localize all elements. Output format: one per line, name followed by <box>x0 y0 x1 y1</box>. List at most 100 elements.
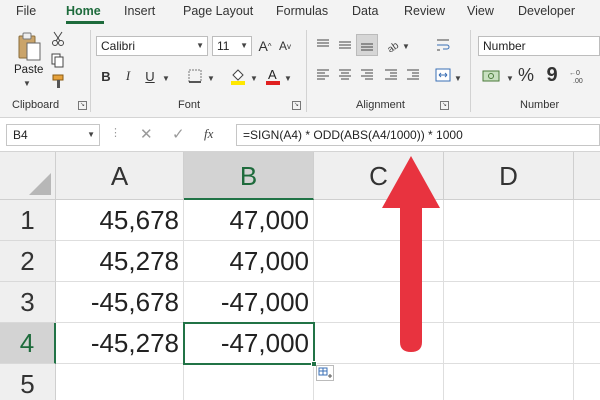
cell-a3[interactable]: -45,678 <box>56 282 184 323</box>
currency-dropdown-icon[interactable]: ▼ <box>506 74 514 83</box>
svg-text:.00: .00 <box>573 78 583 84</box>
ribbon: Paste ▼ Clipboard ↘ Calibri ▼ 11 ▼ A ^ Av… <box>0 24 600 118</box>
number-format-value: Number <box>483 39 526 53</box>
cell-d2[interactable] <box>444 241 574 282</box>
cut-icon[interactable] <box>48 30 68 48</box>
menu-developer[interactable]: Developer <box>518 4 575 18</box>
wrap-text-icon[interactable] <box>434 36 452 54</box>
increase-decimal-icon[interactable]: ←0.00 <box>568 66 590 86</box>
format-painter-icon[interactable] <box>48 72 68 90</box>
paste-label[interactable]: Paste <box>14 64 43 76</box>
currency-icon[interactable] <box>480 66 504 86</box>
merge-icon[interactable] <box>434 66 452 84</box>
number-format-select[interactable]: Number <box>478 36 600 56</box>
decrease-font-icon[interactable]: Av <box>276 36 294 56</box>
menu-data[interactable]: Data <box>352 4 378 18</box>
group-separator <box>306 30 307 112</box>
cell-b2[interactable]: 47,000 <box>184 241 314 282</box>
fill-color-icon[interactable] <box>228 66 248 86</box>
name-box[interactable]: B4 ▼ <box>6 124 100 146</box>
cell-d4[interactable] <box>444 323 574 364</box>
name-box-value: B4 <box>13 128 28 142</box>
font-size-select[interactable]: 11 ▼ <box>212 36 252 56</box>
underline-dropdown-icon[interactable]: ▼ <box>162 74 170 83</box>
align-top-icon[interactable] <box>314 36 332 54</box>
paste-icon[interactable] <box>14 30 44 64</box>
indent-decrease-icon[interactable] <box>382 66 400 84</box>
indent-increase-icon[interactable] <box>404 66 422 84</box>
alignment-group-label: Alignment <box>356 99 405 111</box>
paste-dropdown-icon[interactable]: ▼ <box>23 79 31 88</box>
quick-analysis-icon[interactable] <box>316 365 334 381</box>
enter-icon[interactable]: ✓ <box>172 125 185 143</box>
cell-a4[interactable]: -45,278 <box>56 323 184 364</box>
font-color-icon[interactable]: A <box>264 66 282 86</box>
increase-font-icon[interactable]: A ^ <box>256 36 274 56</box>
row-header-4[interactable]: 4 <box>0 323 56 364</box>
percent-button[interactable]: % <box>516 64 536 86</box>
border-dropdown-icon[interactable]: ▼ <box>207 74 215 83</box>
clipboard-launcher-icon[interactable]: ↘ <box>78 101 87 110</box>
cell-d3[interactable] <box>444 282 574 323</box>
menu-page-layout[interactable]: Page Layout <box>183 4 253 18</box>
font-color-dropdown-icon[interactable]: ▼ <box>284 74 292 83</box>
menu-view[interactable]: View <box>467 4 494 18</box>
alignment-launcher-icon[interactable]: ↘ <box>440 101 449 110</box>
formula-actions: ✕ ✓ fx <box>128 124 228 146</box>
chevron-down-icon: ▼ <box>240 41 248 50</box>
font-name-select[interactable]: Calibri ▼ <box>96 36 208 56</box>
chevron-down-icon: ▼ <box>196 41 204 50</box>
row-header-3[interactable]: 3 <box>0 282 56 323</box>
italic-button[interactable]: I <box>120 66 136 86</box>
fill-color-dropdown-icon[interactable]: ▼ <box>250 74 258 83</box>
border-icon[interactable] <box>186 67 204 85</box>
menu-home[interactable]: Home <box>66 4 101 18</box>
cell-e3[interactable] <box>574 282 600 323</box>
align-right-icon[interactable] <box>358 66 376 84</box>
column-header-d[interactable]: D <box>444 152 574 200</box>
orientation-icon[interactable]: ab <box>384 36 402 54</box>
drag-handle-icon[interactable]: ⋮ <box>110 126 121 139</box>
cell-b5[interactable] <box>184 364 314 400</box>
cell-e1[interactable] <box>574 200 600 241</box>
align-middle-icon[interactable] <box>336 36 354 54</box>
cell-a5[interactable] <box>56 364 184 400</box>
group-separator <box>90 30 91 112</box>
align-bottom-icon[interactable] <box>356 34 378 56</box>
menu-review[interactable]: Review <box>404 4 445 18</box>
row-header-2[interactable]: 2 <box>0 241 56 282</box>
merge-dropdown-icon[interactable]: ▼ <box>454 74 462 83</box>
cancel-icon[interactable]: ✕ <box>140 125 153 143</box>
cell-b1[interactable]: 47,000 <box>184 200 314 241</box>
insert-function-button[interactable]: fx <box>204 126 213 142</box>
font-group-label: Font <box>178 99 201 111</box>
active-cell-border <box>183 322 315 365</box>
column-header-e[interactable] <box>574 152 600 200</box>
row-header-5[interactable]: 5 <box>0 364 56 400</box>
align-center-icon[interactable] <box>336 66 354 84</box>
cell-a1[interactable]: 45,678 <box>56 200 184 241</box>
comma-style-button[interactable]: 9 <box>542 64 562 86</box>
orientation-dropdown-icon[interactable]: ▼ <box>402 42 410 51</box>
menu-file[interactable]: File <box>16 4 36 18</box>
cell-b3[interactable]: -47,000 <box>184 282 314 323</box>
cell-d1[interactable] <box>444 200 574 241</box>
cell-a2[interactable]: 45,278 <box>56 241 184 282</box>
bold-button[interactable]: B <box>98 66 114 86</box>
font-launcher-icon[interactable]: ↘ <box>292 101 301 110</box>
group-separator <box>470 30 471 112</box>
column-header-b[interactable]: B <box>184 152 314 200</box>
cell-d5[interactable] <box>444 364 574 400</box>
menu-insert[interactable]: Insert <box>124 4 155 18</box>
row-header-1[interactable]: 1 <box>0 200 56 241</box>
menu-formulas[interactable]: Formulas <box>276 4 328 18</box>
align-left-icon[interactable] <box>314 66 332 84</box>
cell-e5[interactable] <box>574 364 600 400</box>
copy-icon[interactable] <box>48 51 68 69</box>
column-header-a[interactable]: A <box>56 152 184 200</box>
select-all-button[interactable] <box>0 152 56 200</box>
underline-button[interactable]: U <box>142 66 158 86</box>
cell-e2[interactable] <box>574 241 600 282</box>
cell-e4[interactable] <box>574 323 600 364</box>
formula-input[interactable]: =SIGN(A4) * ODD(ABS(A4/1000)) * 1000 <box>236 124 600 146</box>
